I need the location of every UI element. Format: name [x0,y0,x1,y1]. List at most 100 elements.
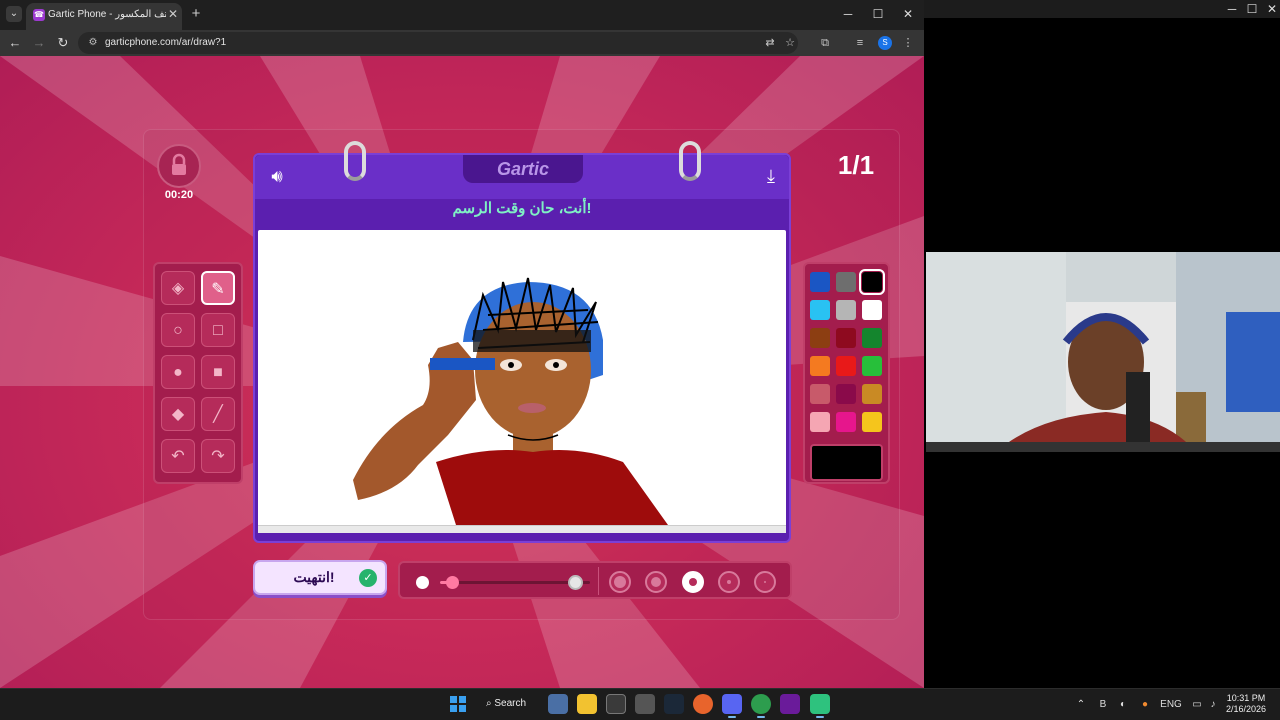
undo-tool[interactable]: ↶ [161,439,195,473]
color-swatch[interactable] [836,412,856,432]
browser-window: ⌄ ☎ Gartic Phone - الهاتف المكسور ✕ + ─ … [0,0,924,688]
tab-strip: ⌄ ☎ Gartic Phone - الهاتف المكسور ✕ + ─ … [0,0,924,30]
tab-close-icon[interactable]: ✕ [166,7,180,23]
circle-outline-tool[interactable]: ○ [161,313,195,347]
color-swatch[interactable] [862,356,882,376]
sound-icon[interactable]: 🔊︎ [265,164,289,188]
binder-ring-right [679,141,701,181]
epic-games-icon[interactable] [606,694,626,714]
gartic-app-icon[interactable] [810,694,830,718]
color-swatch[interactable] [862,328,882,348]
brush-size-s[interactable] [718,571,740,593]
rectangle-fill-tool[interactable]: ■ [201,355,235,389]
color-swatch[interactable] [810,272,830,292]
close-icon[interactable]: ✕ [1264,1,1280,17]
pencil-tool[interactable]: ✎ [201,271,235,305]
opacity-max-dot[interactable] [568,575,583,590]
color-swatch[interactable] [810,412,830,432]
color-swatch[interactable] [836,356,856,376]
redo-tool[interactable]: ↷ [201,439,235,473]
secondary-window-titlebar: ─ ☐ ✕ [924,0,1280,18]
next-icon[interactable] [780,694,800,714]
tab-search-icon[interactable]: ⌄ [6,6,22,22]
site-info-icon[interactable]: ⚙ [86,36,100,50]
done-button[interactable]: انتهيت! ✓ [253,560,387,595]
color-swatch[interactable] [810,328,830,348]
new-tab-button[interactable]: + [188,5,204,23]
line-icon: ╱ [213,406,223,423]
brush-size-handle[interactable] [446,576,459,589]
taskbar: ⌕ Search ⌃ B ◐ ● ENG ▭ ♪ 10:31 PM 2/16/2… [0,688,1280,720]
tray-app-icon[interactable]: B [1096,697,1110,713]
file-explorer-icon[interactable] [577,694,597,714]
microphone-icon[interactable]: ● [1138,697,1152,713]
close-icon[interactable]: ✕ [900,6,916,22]
forward-icon[interactable]: → [30,34,48,52]
brush-size-xs[interactable] [754,571,776,593]
eraser-icon: ◈ [171,280,185,297]
extensions-icon[interactable]: ⧉ [817,35,833,51]
tab-title: Gartic Phone - الهاتف المكسور [48,9,166,20]
brush-size-xl[interactable] [609,571,631,593]
color-palette [803,262,890,484]
clock[interactable]: 10:31 PM 2/16/2026 [1222,693,1270,715]
current-color-preview [810,444,883,481]
rectangle-fill-icon: ■ [213,364,223,381]
color-swatch[interactable] [810,300,830,320]
maximize-icon[interactable]: ☐ [870,6,886,22]
discord-icon[interactable] [722,694,742,718]
windows-start-icon[interactable] [448,694,468,714]
minimize-icon[interactable]: ─ [840,6,856,22]
eraser-tool[interactable]: ◈ [161,271,195,305]
webcam-feed [926,252,1280,452]
firefox-icon[interactable] [693,694,713,714]
color-swatch[interactable] [862,412,882,432]
back-icon[interactable]: ← [6,34,24,52]
display-icon[interactable]: ▭ [1190,697,1204,713]
binder-ring-left [344,141,366,181]
color-swatch[interactable] [810,356,830,376]
volume-icon[interactable]: ♪ [1206,697,1220,713]
browser-tab[interactable]: ☎ Gartic Phone - الهاتف المكسور ✕ [26,3,182,30]
media-icon[interactable]: ≡ [852,35,868,51]
chrome-icon[interactable] [751,694,771,718]
redo-icon: ↷ [211,448,225,465]
minimize-icon[interactable]: ─ [1224,1,1240,17]
color-swatch[interactable] [836,328,856,348]
color-swatch[interactable] [862,384,882,404]
maximize-icon[interactable]: ☐ [1244,1,1260,17]
line-tool[interactable]: ╱ [201,397,235,431]
steam-icon[interactable] [664,694,684,714]
lock-icon [172,153,186,175]
brush-size-l[interactable] [645,571,667,593]
tray-network-app-icon[interactable]: ◐ [1116,697,1130,713]
circle-outline-icon: ○ [173,322,183,339]
url-text[interactable]: garticphone.com/ar/draw?1 [105,37,226,48]
circle-fill-tool[interactable]: ● [161,355,195,389]
color-swatch[interactable] [859,269,885,295]
fill-bucket-tool[interactable]: ◆ [161,397,195,431]
gartic-logo-tab: Gartic [463,155,583,183]
menu-icon[interactable]: ⋮ [900,35,916,51]
language-indicator[interactable]: ENG [1158,697,1184,713]
unity-icon[interactable] [635,694,655,714]
color-swatch[interactable] [836,300,856,320]
address-bar[interactable]: ⚙ garticphone.com/ar/draw?1 ⇄ ☆ [78,32,798,54]
profile-avatar[interactable]: S [878,36,892,50]
reload-icon[interactable]: ↻ [54,34,72,52]
rectangle-outline-tool[interactable]: □ [201,313,235,347]
bookmark-star-icon[interactable]: ☆ [782,35,798,51]
color-swatch[interactable] [810,384,830,404]
tray-overflow-icon[interactable]: ⌃ [1074,697,1088,713]
drawing-canvas[interactable] [258,230,786,533]
color-swatch[interactable] [836,272,856,292]
widgets-icon[interactable] [548,694,568,714]
color-swatch[interactable] [836,384,856,404]
color-swatch[interactable] [862,300,882,320]
brush-size-m[interactable] [682,571,704,593]
translate-icon[interactable]: ⇄ [762,35,778,51]
download-icon[interactable]: ⤓ [759,164,783,188]
taskbar-search[interactable]: ⌕ Search [480,693,536,715]
blue-bar-shape [430,358,495,370]
tool-panel: ◈ ✎ ○ □ ● ■ ◆ ╱ ↶ ↷ [153,262,243,484]
